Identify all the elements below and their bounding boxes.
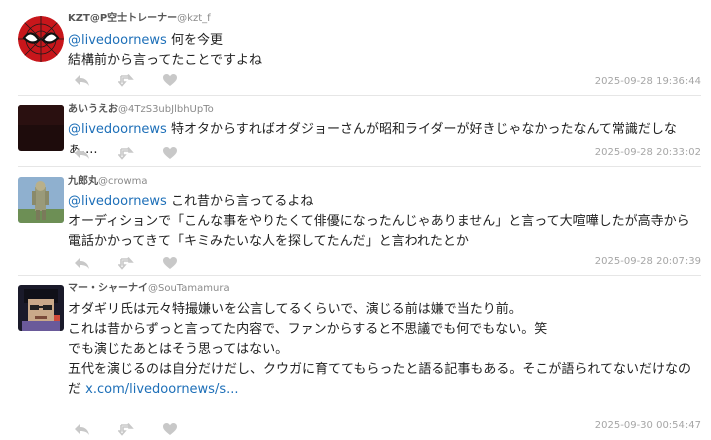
tweet-header: 九郎丸@crowma (68, 176, 148, 188)
like-icon[interactable] (162, 256, 178, 270)
reply-icon[interactable] (74, 422, 90, 436)
author-name[interactable]: 九郎丸 (68, 176, 98, 187)
reply-icon[interactable] (74, 256, 90, 270)
author-handle[interactable]: @SouTamamura (148, 283, 230, 294)
author-handle[interactable]: @4TzS3ubJlbhUpTo (118, 104, 214, 115)
tweet-actions (74, 256, 178, 270)
tweet-link[interactable]: x.com/livedoornews/s... (85, 382, 238, 397)
avatar[interactable] (18, 16, 64, 62)
tweet-header: マー・シャーナイ@SouTamamura (68, 283, 230, 295)
timestamp[interactable]: 2025-09-30 00:54:47 (595, 420, 701, 432)
retweet-icon[interactable] (118, 73, 134, 87)
tweet-feed: KZT@P空士トレーナー@kzt_f @livedoornews 何を今更 結構… (0, 0, 711, 440)
retweet-icon[interactable] (118, 146, 134, 160)
tweet-line: 電話かかってきて「キミみたいな人を探してたんだ」と言われたとか (68, 234, 469, 249)
author-name[interactable]: マー・シャーナイ (68, 283, 148, 294)
tweet-header: あいうえお@4TzS3ubJlbhUpTo (68, 104, 214, 116)
avatar[interactable] (18, 177, 64, 223)
tweet-line: これは昔からずっと言ってた内容で、ファンからすると不思議でも何でもない。笑 (68, 322, 548, 337)
retweet-icon[interactable] (118, 256, 134, 270)
mention-link[interactable]: @livedoornews (68, 122, 167, 137)
tweet-header: KZT@P空士トレーナー@kzt_f (68, 13, 211, 25)
tweet-item: KZT@P空士トレーナー@kzt_f @livedoornews 何を今更 結構… (0, 0, 711, 95)
like-icon[interactable] (162, 146, 178, 160)
like-icon[interactable] (162, 422, 178, 436)
author-handle[interactable]: @crowma (98, 176, 148, 187)
mention-link[interactable]: @livedoornews (68, 33, 167, 48)
tweet-line: だ (68, 382, 82, 397)
author-name[interactable]: あいうえお (68, 104, 118, 115)
timestamp[interactable]: 2025-09-28 20:33:02 (595, 147, 701, 159)
tweet-text: @livedoornews 何を今更 結構前から言ってたことですよね (68, 31, 703, 71)
tweet-actions (74, 422, 178, 436)
tweet-line: これ昔から言ってるよね (170, 194, 314, 209)
tweet-item: あいうえお@4TzS3ubJlbhUpTo @livedoornews 特オタか… (0, 96, 711, 165)
tweet-actions (74, 73, 178, 87)
tweet-text: @livedoornews これ昔から言ってるよね オーディションで「こんな事を… (68, 192, 703, 252)
timestamp[interactable]: 2025-09-28 20:07:39 (595, 256, 701, 268)
mention-link[interactable]: @livedoornews (68, 194, 167, 209)
tweet-line: 結構前から言ってたことですよね (68, 53, 262, 68)
tweet-line: 五代を演じるのは自分だけだし、クウガに育ててもらったと語る記事もある。そこが語ら… (68, 362, 691, 377)
retweet-icon[interactable] (118, 422, 134, 436)
tweet-item: 九郎丸@crowma @livedoornews これ昔から言ってるよね オーデ… (0, 167, 711, 273)
tweet-line: オダギリ氏は元々特撮嫌いを公言してるくらいで、演じる前は嫌で当たり前。 (68, 302, 522, 317)
tweet-text: オダギリ氏は元々特撮嫌いを公言してるくらいで、演じる前は嫌で当たり前。 これは昔… (68, 300, 703, 400)
timestamp[interactable]: 2025-09-28 19:36:44 (595, 76, 701, 88)
tweet-actions (74, 146, 178, 160)
reply-icon[interactable] (74, 146, 90, 160)
tweet-line: 何を今更 (170, 33, 223, 48)
avatar[interactable] (18, 285, 64, 331)
author-name[interactable]: KZT@P空士トレーナー (68, 13, 177, 24)
tweet-line: オーディションで「こんな事をやりたくて俳優になったんじゃありません」と言って大喧… (68, 214, 690, 229)
tweet-item: マー・シャーナイ@SouTamamura オダギリ氏は元々特撮嫌いを公言してるく… (0, 276, 711, 440)
author-handle[interactable]: @kzt_f (177, 13, 210, 24)
reply-icon[interactable] (74, 73, 90, 87)
tweet-line: でも演じたあとはそう思ってはない。 (68, 342, 289, 357)
like-icon[interactable] (162, 73, 178, 87)
avatar[interactable] (18, 105, 64, 151)
